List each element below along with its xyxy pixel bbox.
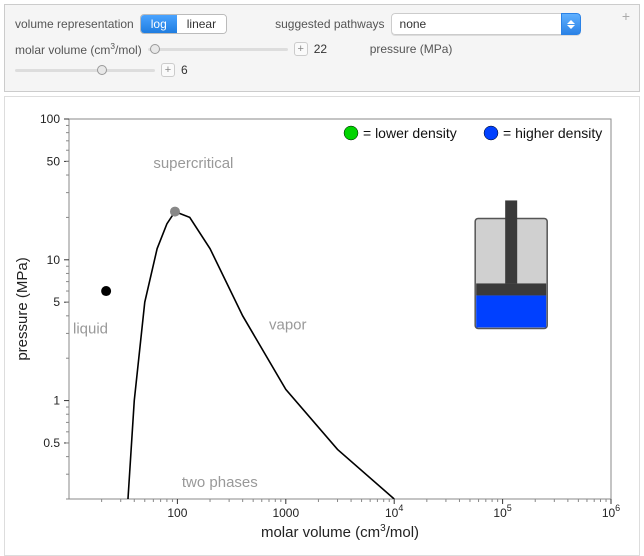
svg-text:1000: 1000: [272, 506, 299, 520]
region-supercritical: supercritical: [153, 155, 233, 172]
molar-volume-slider[interactable]: [148, 42, 288, 56]
svg-text:0.5: 0.5: [43, 436, 60, 450]
pressure-label: pressure (MPa): [370, 42, 453, 56]
pressure-step-icon[interactable]: +: [161, 63, 175, 77]
chart-area: 0.5 1 5 10 50 100 100 1000 104 105 106 pressure (MP…: [4, 96, 640, 556]
svg-text:= higher density: = higher density: [503, 125, 602, 141]
state-point: [101, 286, 111, 296]
expand-plus-icon[interactable]: +: [619, 9, 633, 23]
svg-text:105: 105: [493, 503, 511, 520]
piston-diagram: [475, 200, 547, 328]
svg-text:= lower density: = lower density: [363, 125, 457, 141]
pressure-slider[interactable]: [15, 63, 155, 77]
volume-rep-label: volume representation: [15, 17, 134, 31]
molar-volume-label: molar volume (cm3/mol): [15, 41, 142, 57]
pv-chart: 0.5 1 5 10 50 100 100 1000 104 105 106 pressure (MP…: [7, 107, 625, 547]
svg-text:5: 5: [53, 295, 60, 309]
svg-text:10: 10: [47, 253, 61, 267]
molar-volume-value: 22: [314, 42, 334, 56]
chevron-updown-icon[interactable]: [561, 13, 581, 35]
volume-rep-toggle[interactable]: log linear: [140, 14, 227, 34]
pathways-label: suggested pathways: [275, 17, 384, 31]
svg-text:104: 104: [385, 503, 403, 520]
svg-text:1: 1: [53, 394, 60, 408]
region-vapor: vapor: [269, 316, 307, 333]
svg-text:pressure (MPa): pressure (MPa): [14, 257, 31, 360]
svg-text:100: 100: [40, 112, 60, 126]
pathways-value: none: [400, 17, 427, 31]
region-two-phases: two phases: [182, 474, 258, 491]
critical-point: [170, 207, 180, 217]
volume-rep-linear[interactable]: linear: [177, 15, 226, 33]
region-liquid: liquid: [73, 320, 108, 337]
svg-text:50: 50: [47, 154, 61, 168]
pressure-value: 6: [181, 63, 201, 77]
svg-text:molar volume (cm3/mol): molar volume (cm3/mol): [261, 523, 419, 541]
pathways-dropdown[interactable]: none: [391, 13, 581, 35]
controls-panel: + volume representation log linear sugge…: [4, 4, 640, 92]
svg-text:106: 106: [602, 503, 620, 520]
molar-volume-step-icon[interactable]: +: [294, 42, 308, 56]
volume-rep-log[interactable]: log: [141, 15, 177, 33]
svg-text:100: 100: [167, 506, 187, 520]
